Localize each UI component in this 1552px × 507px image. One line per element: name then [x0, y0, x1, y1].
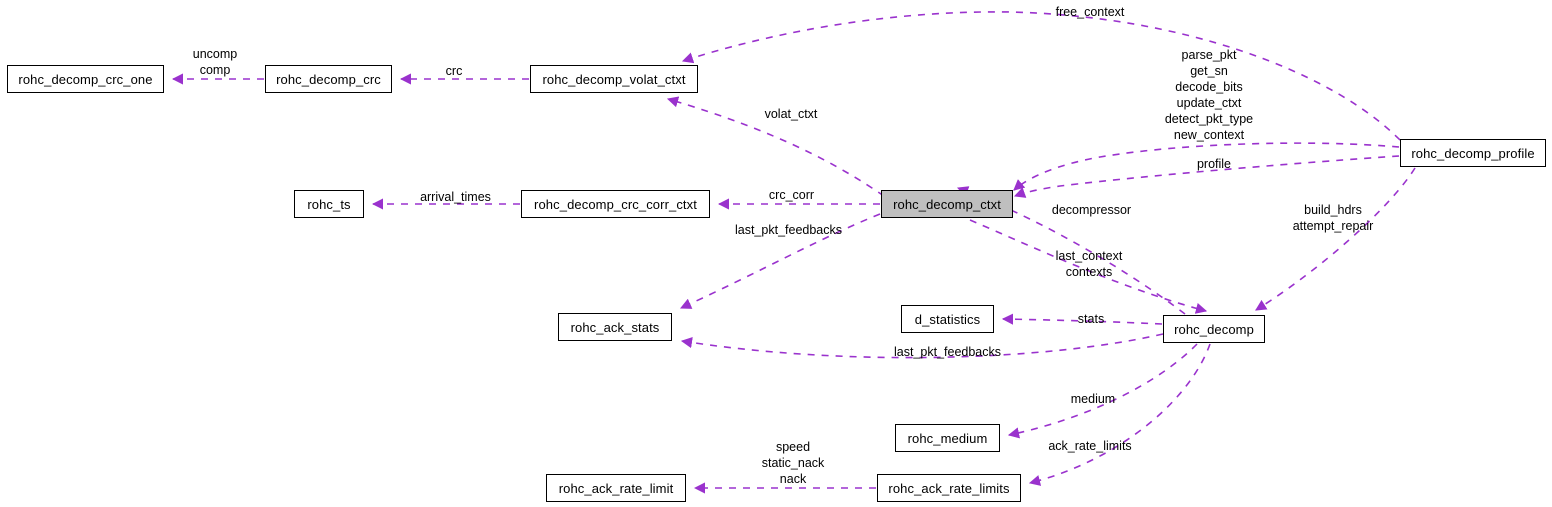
edge-profile: [1013, 155, 1400, 198]
edge-last-pkt-feedbacks-decomp: [680, 333, 1164, 359]
node-label: rohc_ack_stats: [570, 319, 660, 335]
node-rohc-decomp-crc[interactable]: rohc_decomp_crc: [265, 65, 392, 93]
edge-medium: [1007, 343, 1198, 439]
node-d-statistics[interactable]: d_statistics: [901, 305, 994, 333]
node-label: rohc_decomp_volat_ctxt: [542, 71, 686, 87]
node-rohc-ack-rate-limits[interactable]: rohc_ack_rate_limits: [877, 474, 1021, 502]
edge-volat-ctxt: [666, 96, 885, 197]
node-label: rohc_medium: [907, 430, 988, 446]
node-label: rohc_decomp: [1174, 321, 1254, 337]
node-rohc-ts[interactable]: rohc_ts: [294, 190, 364, 218]
node-rohc-decomp-crc-corr-ctxt[interactable]: rohc_decomp_crc_corr_ctxt: [521, 190, 710, 218]
edge-build-hdrs: [1255, 167, 1416, 311]
node-rohc-decomp-profile[interactable]: rohc_decomp_profile: [1400, 139, 1546, 167]
edge-last-context: [969, 219, 1208, 314]
edge-layer: [171, 11, 1416, 494]
node-rohc-decomp[interactable]: rohc_decomp: [1163, 315, 1265, 343]
edge-profile-methods: [1013, 142, 1400, 191]
node-label: rohc_decomp_crc_one: [18, 71, 153, 87]
node-label: rohc_decomp_profile: [1411, 145, 1535, 161]
node-label: rohc_ack_rate_limits: [888, 480, 1010, 496]
node-label: rohc_ack_rate_limit: [558, 480, 674, 496]
node-label: d_statistics: [914, 311, 981, 327]
node-rohc-decomp-crc-one[interactable]: rohc_decomp_crc_one: [7, 65, 164, 93]
node-label: rohc_ts: [307, 196, 351, 212]
edge-last-pkt-feedbacks-ctxt: [679, 213, 881, 309]
node-label: rohc_decomp_crc_corr_ctxt: [534, 196, 697, 212]
edge-ack-rate-limits: [1028, 343, 1211, 486]
node-label: rohc_decomp_ctxt: [893, 196, 1001, 212]
edge-free-context: [681, 11, 1401, 141]
node-rohc-decomp-ctxt[interactable]: rohc_decomp_ctxt: [881, 190, 1013, 218]
edge-stats: [1001, 313, 1163, 325]
node-rohc-decomp-volat-ctxt[interactable]: rohc_decomp_volat_ctxt: [530, 65, 698, 93]
node-rohc-ack-stats[interactable]: rohc_ack_stats: [558, 313, 672, 341]
collaboration-diagram: rohc_decomp_crc_one rohc_decomp_crc rohc…: [0, 0, 1552, 507]
node-rohc-ack-rate-limit[interactable]: rohc_ack_rate_limit: [546, 474, 686, 502]
node-label: rohc_decomp_crc: [276, 71, 381, 87]
node-rohc-medium[interactable]: rohc_medium: [895, 424, 1000, 452]
